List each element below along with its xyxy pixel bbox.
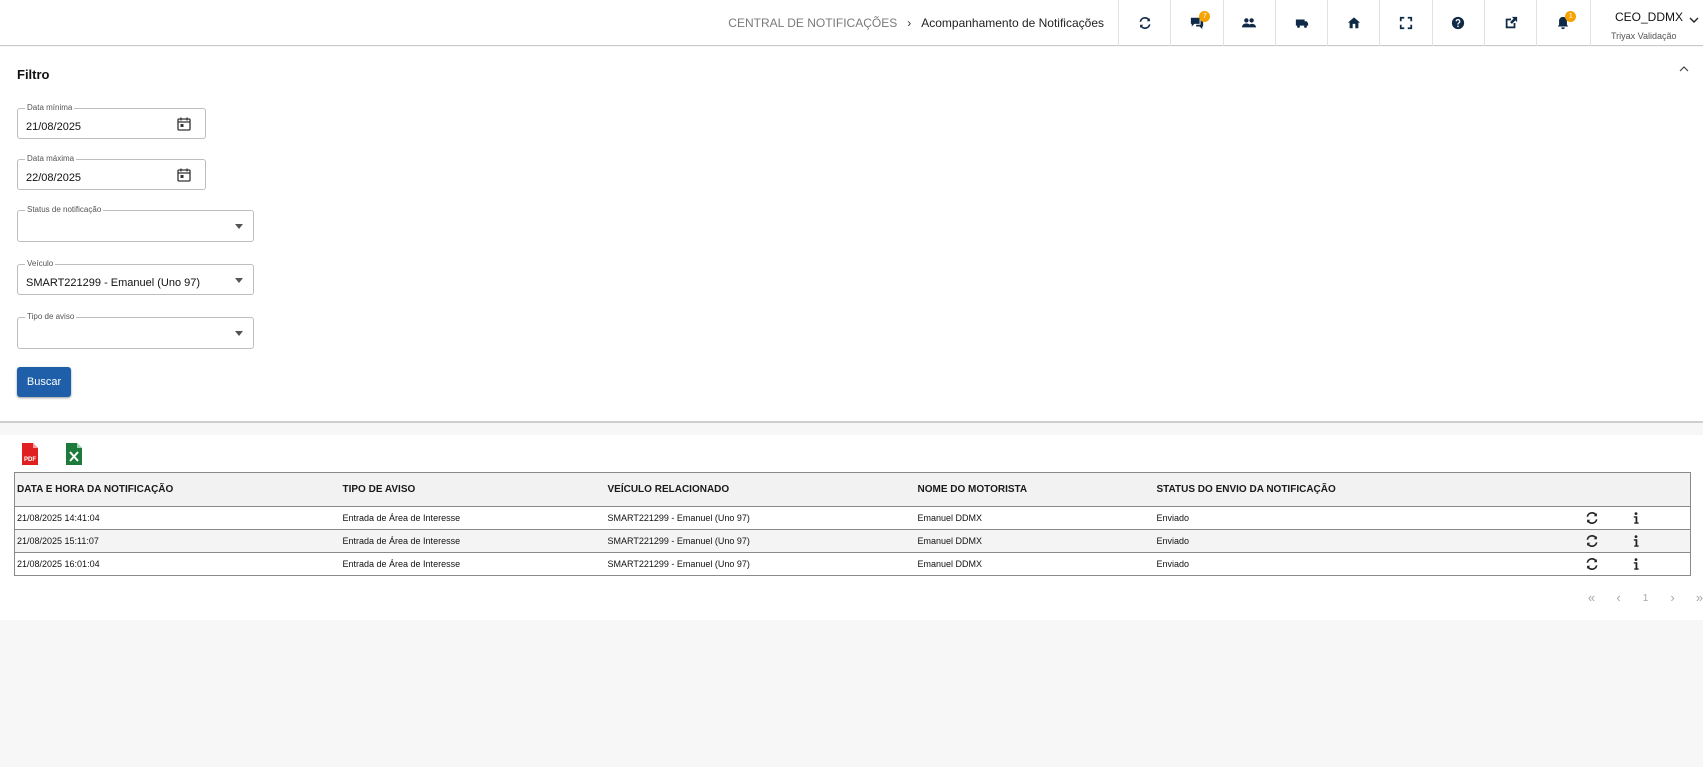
vehicle-label: Veículo: [25, 259, 56, 268]
cell-status: Enviado: [1156, 559, 1190, 569]
info-icon[interactable]: [1629, 511, 1643, 525]
date-min-value[interactable]: 21/08/2025: [26, 121, 81, 133]
first-page-button[interactable]: «: [1578, 590, 1605, 607]
dropdown-caret-icon: [235, 278, 243, 283]
vehicle-select[interactable]: Veículo SMART221299 - Emanuel (Uno 97): [17, 259, 254, 295]
cell-driver: Emanuel DDMX: [917, 513, 983, 523]
col-status[interactable]: STATUS DO ENVIO DA NOTIFICAÇÃO: [1155, 473, 1583, 507]
cell-vehicle: SMART221299 - Emanuel (Uno 97): [607, 536, 750, 546]
help-icon: [1452, 16, 1465, 30]
col-notice-type[interactable]: TIPO DE AVISO: [341, 473, 606, 507]
cell-info: [1627, 530, 1691, 553]
search-button[interactable]: Buscar: [17, 367, 71, 397]
calendar-icon[interactable]: [177, 117, 191, 131]
cell-notice-type: Entrada de Área de Interesse: [342, 513, 461, 523]
cell-vehicle: SMART221299 - Emanuel (Uno 97): [607, 559, 750, 569]
resend-icon[interactable]: [1585, 534, 1599, 548]
status-select[interactable]: Status de notificação: [17, 205, 254, 242]
notice-type-select[interactable]: Tipo de aviso: [17, 312, 254, 349]
chevron-right-icon: ›: [907, 16, 912, 30]
cell-resend: [1583, 553, 1627, 576]
cell-info: [1627, 553, 1691, 576]
users-icon: [1242, 18, 1257, 28]
external-link-icon: [1505, 16, 1517, 29]
notifications-badge: 1: [1565, 11, 1577, 22]
svg-text:PDF: PDF: [24, 457, 36, 463]
chevron-up-icon[interactable]: [1679, 64, 1689, 74]
cell-notice-type: Entrada de Área de Interesse: [342, 559, 461, 569]
table-row: 21/08/2025 14:41:04 Entrada de Área de I…: [14, 506, 1691, 530]
cell-status: Enviado: [1156, 513, 1190, 523]
page-number[interactable]: 1: [1632, 590, 1659, 607]
vehicle-value: SMART221299 - Emanuel (Uno 97): [26, 277, 201, 289]
status-label: Status de notificação: [25, 205, 104, 214]
col-resend: [1583, 473, 1627, 507]
breadcrumb-current: Acompanhamento de Notificações: [921, 16, 1104, 30]
user-menu[interactable]: CEO_DDMX Triyax Validação: [1590, 0, 1703, 46]
external-link-button[interactable]: [1484, 0, 1536, 46]
table-row: 21/08/2025 16:01:04 Entrada de Área de I…: [14, 552, 1691, 576]
cell-info: [1627, 507, 1691, 530]
resend-icon[interactable]: [1585, 557, 1599, 571]
refresh-icon: [1139, 17, 1151, 29]
fullscreen-button[interactable]: [1379, 0, 1431, 46]
cell-resend: [1583, 530, 1627, 553]
help-button[interactable]: [1431, 0, 1484, 46]
col-info: [1627, 473, 1691, 507]
table-header-row: DATA E HORA DA NOTIFICAÇÃO TIPO DE AVISO…: [14, 472, 1691, 507]
top-bar: CENTRAL DE NOTIFICAÇÕES › Acompanhamento…: [0, 0, 1703, 46]
cell-datetime: 21/08/2025 15:11:07: [17, 536, 99, 546]
last-page-button[interactable]: »: [1686, 590, 1703, 607]
notifications-button[interactable]: 1: [1536, 0, 1588, 46]
notifications-table: DATA E HORA DA NOTIFICAÇÃO TIPO DE AVISO…: [14, 472, 1691, 576]
cell-status: Enviado: [1156, 536, 1190, 546]
chat-button[interactable]: 7: [1170, 0, 1222, 46]
col-vehicle[interactable]: VEÍCULO RELACIONADO: [606, 473, 916, 507]
date-max-field[interactable]: Data máxima 22/08/2025: [17, 154, 206, 190]
cell-vehicle: SMART221299 - Emanuel (Uno 97): [607, 513, 750, 523]
truck-button[interactable]: [1274, 0, 1327, 46]
prev-page-button[interactable]: ‹: [1605, 590, 1632, 607]
refresh-button[interactable]: [1118, 0, 1170, 46]
col-driver[interactable]: NOME DO MOTORISTA: [916, 473, 1155, 507]
results-panel: PDF DATA E HORA DA NOTIFICAÇÃO TIPO DE A…: [0, 435, 1703, 620]
dropdown-caret-icon: [235, 331, 243, 336]
date-max-value[interactable]: 22/08/2025: [26, 172, 81, 184]
info-icon[interactable]: [1629, 534, 1643, 548]
cell-driver: Emanuel DDMX: [917, 536, 983, 546]
filter-title: Filtro: [17, 67, 50, 82]
pagination: « ‹ 1 › »: [1578, 590, 1703, 607]
users-button[interactable]: [1222, 0, 1275, 46]
resend-icon[interactable]: [1585, 511, 1599, 525]
fullscreen-icon: [1400, 16, 1413, 30]
notice-type-label: Tipo de aviso: [25, 312, 77, 321]
toolbar-icons: 7 1: [1118, 0, 1589, 46]
date-min-label: Data mínima: [25, 103, 75, 112]
cell-resend: [1583, 507, 1627, 530]
chat-badge: 7: [1199, 11, 1211, 22]
cell-datetime: 21/08/2025 16:01:04: [17, 559, 100, 569]
date-max-label: Data máxima: [25, 154, 77, 163]
breadcrumb-root[interactable]: CENTRAL DE NOTIFICAÇÕES: [728, 16, 897, 30]
user-name: CEO_DDMX: [1615, 10, 1684, 24]
info-icon[interactable]: [1629, 557, 1643, 571]
home-button[interactable]: [1327, 0, 1379, 46]
pdf-export-icon[interactable]: PDF: [20, 443, 40, 465]
breadcrumb: CENTRAL DE NOTIFICAÇÕES › Acompanhamento…: [728, 0, 1104, 46]
cell-datetime: 21/08/2025 14:41:04: [17, 513, 100, 523]
excel-export-icon[interactable]: [66, 443, 82, 465]
filter-panel: Filtro Data mínima 21/08/2025 Data máxim…: [0, 47, 1703, 423]
table-row: 21/08/2025 15:11:07 Entrada de Área de I…: [14, 529, 1691, 553]
cell-notice-type: Entrada de Área de Interesse: [342, 536, 461, 546]
cell-driver: Emanuel DDMX: [917, 559, 983, 569]
home-icon: [1347, 17, 1360, 29]
user-company: Triyax Validação: [1611, 31, 1677, 41]
col-datetime[interactable]: DATA E HORA DA NOTIFICAÇÃO: [15, 473, 341, 507]
dropdown-caret-icon: [235, 224, 243, 229]
date-min-field[interactable]: Data mínima 21/08/2025: [17, 103, 206, 139]
truck-icon: [1295, 19, 1308, 28]
next-page-button[interactable]: ›: [1659, 590, 1686, 607]
chevron-down-icon: [1689, 17, 1699, 23]
calendar-icon[interactable]: [177, 168, 191, 182]
